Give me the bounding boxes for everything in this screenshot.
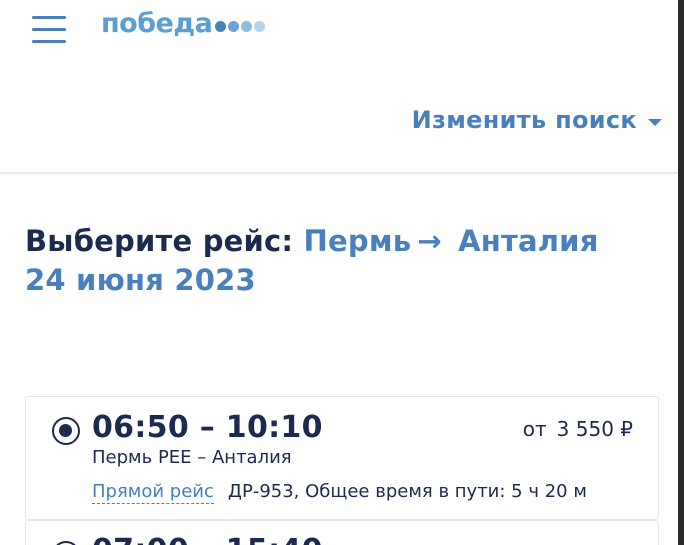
flight-price: от 3 550 ₽ xyxy=(523,417,633,441)
header-divider xyxy=(0,172,678,174)
page-title: Выберите рейс: Пермь → Анталия 24 июня 20… xyxy=(25,222,665,300)
flight-details: Прямой рейс ДР-953, Общее время в пути: 5… xyxy=(92,481,587,504)
change-search-button[interactable]: Изменить поиск xyxy=(412,106,662,134)
flight-radio[interactable] xyxy=(52,541,80,545)
hamburger-menu-icon[interactable] xyxy=(32,16,66,44)
title-origin: Пермь xyxy=(303,224,412,258)
flight-times: 06:50 – 10:10 xyxy=(92,410,323,445)
price-prefix: от xyxy=(522,417,547,441)
change-search-label: Изменить поиск xyxy=(411,106,637,134)
flight-route: Пермь PEE – Анталия xyxy=(92,447,292,468)
header: победа xyxy=(0,0,678,64)
logo-dots-icon xyxy=(215,21,267,32)
flight-card[interactable]: 06:50 – 10:10 от 3 550 ₽ Пермь PEE – Анта… xyxy=(25,396,659,520)
arrow-right-icon: → xyxy=(417,224,442,258)
logo[interactable]: победа xyxy=(101,8,267,39)
flight-card[interactable]: 07:00 – 15:40 xyxy=(25,520,659,545)
price-value: 3 550 ₽ xyxy=(556,417,633,441)
flight-radio-selected[interactable] xyxy=(52,417,80,445)
title-lead: Выберите рейс: xyxy=(25,224,294,258)
title-destination: Анталия xyxy=(458,224,599,258)
title-date: 24 июня 2023 xyxy=(25,263,256,297)
flight-times: 07:00 – 15:40 xyxy=(92,533,323,545)
flight-info: ДР-953, Общее время в пути: 5 ч 20 м xyxy=(227,481,587,502)
window-edge xyxy=(678,0,684,545)
direct-flight-link[interactable]: Прямой рейс xyxy=(92,481,214,504)
logo-text: победа xyxy=(101,8,213,39)
chevron-down-icon xyxy=(648,118,662,126)
